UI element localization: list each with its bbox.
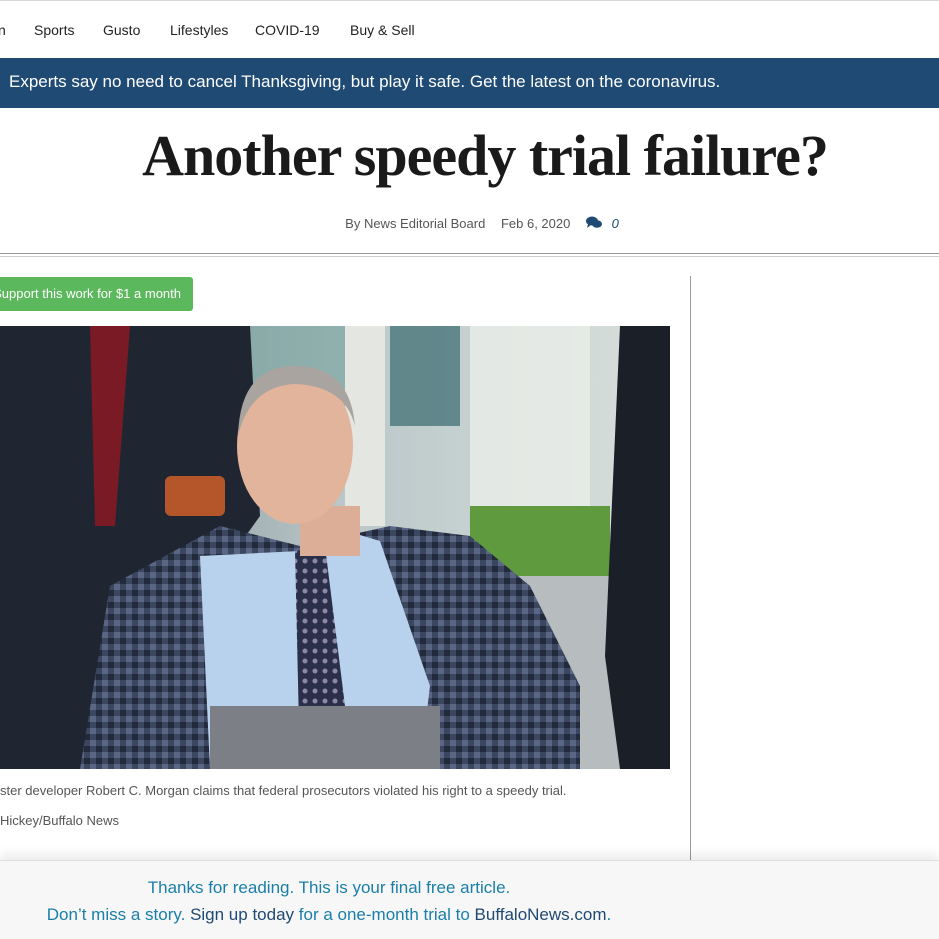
photo-caption: ster developer Robert C. Morgan claims t… [0, 783, 567, 798]
photo-credit: Hickey/Buffalo News [0, 813, 119, 828]
site-link[interactable]: BuffaloNews.com [475, 905, 607, 924]
nav-item-covid[interactable]: COVID-19 [255, 22, 320, 38]
paywall-offer: Don’t miss a story. Sign up today for a … [0, 905, 658, 925]
top-nav: n Sports Gusto Lifestyles COVID-19 Buy &… [0, 0, 939, 58]
nav-item-gusto[interactable]: Gusto [103, 22, 140, 38]
comments-icon [585, 216, 602, 228]
byline-author[interactable]: By News Editorial Board [345, 216, 485, 231]
nav-item-lifestyles[interactable]: Lifestyles [170, 22, 228, 38]
support-button[interactable]: Support this work for $1 a month [0, 277, 193, 311]
byline-date: Feb 6, 2020 [500, 216, 571, 231]
header-divider [0, 253, 939, 257]
nav-item-partial[interactable]: n [0, 22, 6, 38]
paywall-banner: Thanks for reading. This is your final f… [0, 860, 939, 939]
paywall-offer-text: for a one-month trial to [298, 905, 470, 924]
nav-item-sports[interactable]: Sports [34, 22, 74, 38]
comment-count: 0 [611, 216, 619, 231]
column-divider [690, 276, 691, 861]
article-headline: Another speedy trial failure? [142, 123, 829, 188]
article-photo [0, 326, 670, 769]
nav-item-buy-sell[interactable]: Buy & Sell [350, 22, 415, 38]
byline: By News Editorial Board Feb 6, 2020 0 [0, 216, 939, 231]
signup-link[interactable]: Sign up today [190, 905, 294, 924]
comments-link[interactable]: 0 [585, 216, 625, 231]
paywall-offer-end: . [606, 905, 612, 924]
paywall-message: Thanks for reading. This is your final f… [147, 878, 511, 897]
alert-text[interactable]: Experts say no need to cancel Thanksgivi… [9, 72, 720, 92]
paywall-offer-lead: Don’t miss a story. [46, 905, 186, 924]
alert-banner[interactable]: Experts say no need to cancel Thanksgivi… [0, 58, 939, 108]
